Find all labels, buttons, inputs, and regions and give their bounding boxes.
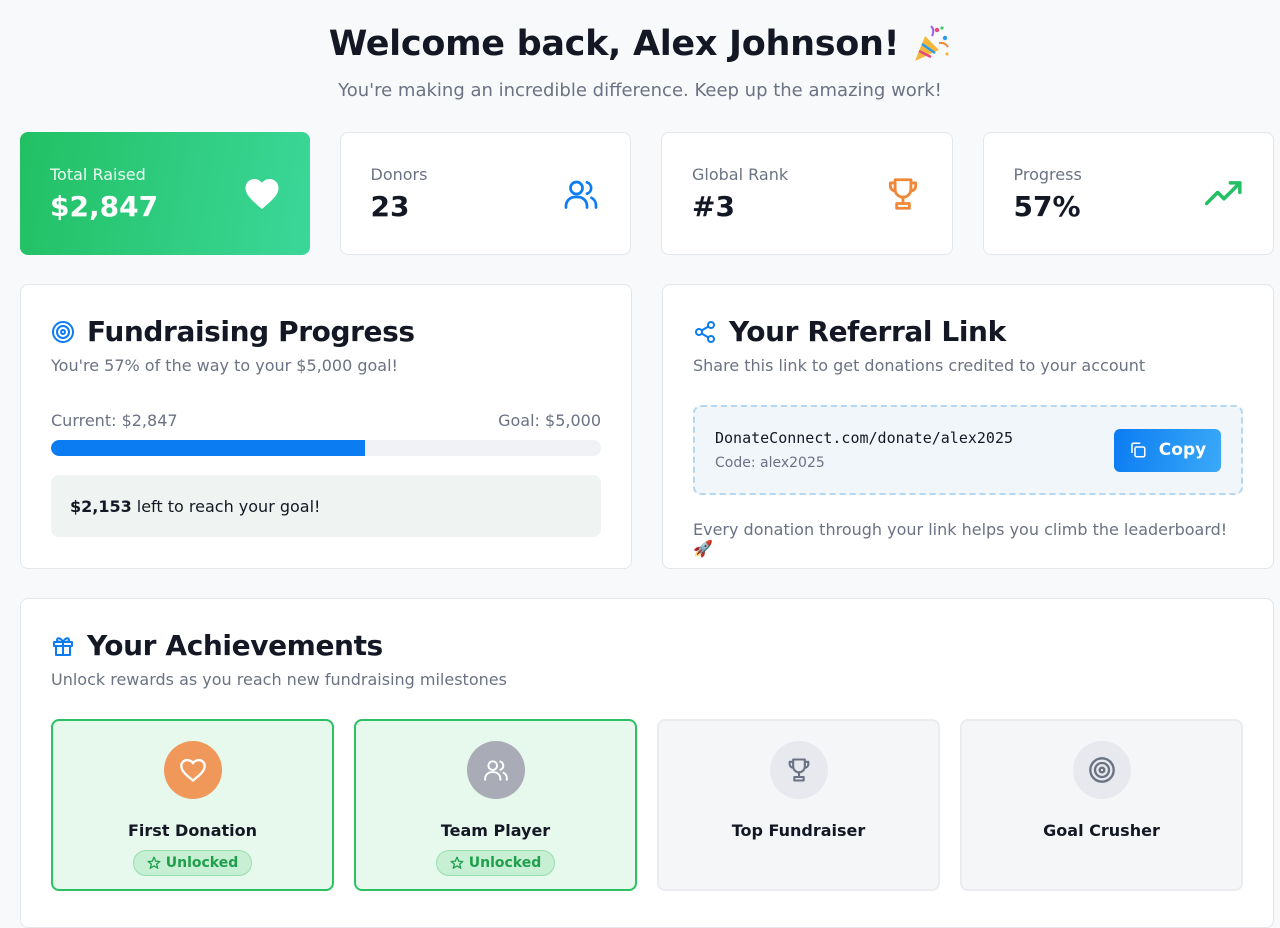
achievement-name: Team Player xyxy=(440,821,551,840)
stat-label: Progress xyxy=(1013,164,1082,184)
referral-link-card: Your Referral Link Share this link to ge… xyxy=(662,284,1274,569)
heart-icon xyxy=(179,758,206,782)
referral-subtitle: Share this link to get donations credite… xyxy=(693,356,1146,375)
heart-icon xyxy=(244,177,280,211)
trending-up-icon xyxy=(1205,179,1243,209)
progress-subtitle: You're 57% of the way to your $5,000 goa… xyxy=(51,356,398,375)
trophy-icon xyxy=(788,758,809,782)
target-icon xyxy=(1088,757,1115,783)
progress-title-row: Fundraising Progress xyxy=(51,315,601,348)
referral-code: Code: alex2025 xyxy=(715,455,825,471)
stat-card-total-raised: Total Raised $2,847 xyxy=(20,132,310,255)
progress-title: Fundraising Progress xyxy=(87,315,415,348)
achievement-name: First Donation xyxy=(127,821,258,840)
badge-icon-circle xyxy=(163,741,222,799)
achievements-card: Your Achievements Unlock rewards as you … xyxy=(20,598,1274,928)
stats-row: Total Raised $2,847 Donors 23 Global Ran… xyxy=(20,132,1274,255)
page-title: Welcome back, Alex Johnson! xyxy=(328,24,900,64)
achievements-title-row: Your Achievements xyxy=(51,629,1243,662)
badge-icon-circle xyxy=(769,741,828,799)
referral-title: Your Referral Link xyxy=(729,315,1006,348)
remaining-text: left to reach your goal! xyxy=(136,496,321,516)
achievement-name: Top Fundraiser xyxy=(731,821,866,840)
stat-card-global-rank: Global Rank #3 xyxy=(661,132,953,255)
star-icon xyxy=(147,856,161,869)
achievements-title: Your Achievements xyxy=(87,629,383,662)
badge-icon-circle xyxy=(466,741,525,799)
trophy-icon xyxy=(884,175,922,213)
badge-icon-circle xyxy=(1072,741,1131,799)
copy-button[interactable]: Copy xyxy=(1114,428,1221,472)
stat-label: Total Raised xyxy=(50,164,146,184)
stat-value: 57% xyxy=(1013,189,1081,223)
share-icon xyxy=(695,320,715,343)
referral-link-box: DonateConnect.com/donate/alex2025 Code: … xyxy=(693,405,1243,495)
progress-bar-fill xyxy=(51,440,365,456)
remaining-callout: $2,153 left to reach your goal! xyxy=(51,475,601,537)
achievement-list: First Donation Unlocked Team Player Unlo… xyxy=(51,719,1243,891)
referral-url[interactable]: DonateConnect.com/donate/alex2025 xyxy=(715,429,1013,447)
unlocked-badge: Unlocked xyxy=(435,850,556,876)
progress-labels: Current: $2,847 Goal: $5,000 xyxy=(51,411,601,430)
achievement-name: Goal Crusher xyxy=(1043,821,1160,840)
star-icon xyxy=(450,856,464,869)
stat-label: Global Rank xyxy=(692,164,789,184)
party-popper-icon xyxy=(915,25,950,61)
users-icon xyxy=(483,760,508,781)
copy-label: Copy xyxy=(1158,440,1207,460)
referral-title-row: Your Referral Link xyxy=(693,315,1243,348)
current-amount-label: Current: $2,847 xyxy=(51,411,178,430)
stat-value: $2,847 xyxy=(50,189,159,223)
target-icon xyxy=(52,320,74,343)
progress-bar xyxy=(51,440,601,456)
stat-card-progress: Progress 57% xyxy=(982,132,1274,255)
unlocked-badge: Unlocked xyxy=(132,850,253,876)
stat-card-donors: Donors 23 xyxy=(339,132,631,255)
welcome-header: Welcome back, Alex Johnson! You're makin… xyxy=(0,0,1280,132)
welcome-subtitle: You're making an incredible difference. … xyxy=(338,80,942,101)
copy-icon xyxy=(1131,442,1146,458)
unlocked-label: Unlocked xyxy=(165,855,239,871)
achievements-subtitle: Unlock rewards as you reach new fundrais… xyxy=(51,670,507,689)
achievement-first-donation[interactable]: First Donation Unlocked xyxy=(51,719,334,891)
unlocked-label: Unlocked xyxy=(468,855,542,871)
users-icon xyxy=(562,176,600,212)
stat-label: Donors xyxy=(370,164,428,184)
gift-icon xyxy=(53,636,73,656)
achievement-top-fundraiser[interactable]: Top Fundraiser xyxy=(657,719,940,891)
goal-amount-label: Goal: $5,000 xyxy=(498,411,601,430)
fundraising-progress-card: Fundraising Progress You're 57% of the w… xyxy=(20,284,632,569)
stat-value: #3 xyxy=(692,189,735,223)
achievement-goal-crusher[interactable]: Goal Crusher xyxy=(960,719,1243,891)
referral-note: Every donation through your link helps y… xyxy=(693,520,1228,558)
welcome-title-row: Welcome back, Alex Johnson! xyxy=(329,24,952,64)
remaining-amount: $2,153 xyxy=(70,496,132,516)
achievement-team-player[interactable]: Team Player Unlocked xyxy=(354,719,637,891)
stat-value: 23 xyxy=(370,189,410,223)
